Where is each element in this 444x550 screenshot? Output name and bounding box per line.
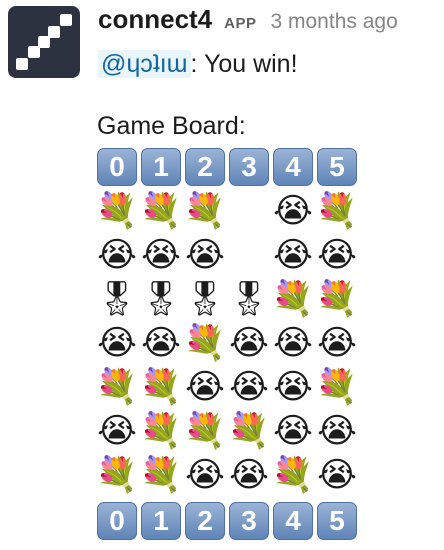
- board-row: 💐 💐 😭 😭 💐 😭: [96, 454, 358, 496]
- board-cell: 😭: [273, 411, 313, 451]
- board-cell: 😭: [317, 323, 357, 363]
- board-row: 😭 😭 😭 😭 😭: [96, 234, 358, 276]
- column-label: 5: [317, 148, 357, 186]
- column-labels-top: 0 1 2 3 4 5: [96, 146, 358, 188]
- column-label: 0: [97, 148, 137, 186]
- board-cell: 💐: [315, 191, 359, 231]
- board-cell: 😭: [229, 367, 269, 407]
- column-labels-bottom: 0 1 2 3 4 5: [96, 500, 358, 542]
- board-cell: 💐: [139, 191, 183, 231]
- board-cell: 😭: [141, 323, 181, 363]
- column-label: 2: [185, 148, 225, 186]
- dice-pip: [28, 46, 40, 58]
- board-cell: [228, 190, 270, 232]
- message-timestamp[interactable]: 3 months ago: [271, 10, 398, 34]
- board-cell: 😭: [229, 455, 269, 495]
- board-cell: 💐: [183, 323, 227, 363]
- board-cell: 💐: [271, 455, 315, 495]
- app-avatar-dice-icon[interactable]: [8, 6, 80, 78]
- board-cell: 💐: [183, 411, 227, 451]
- board-cell: 😭: [185, 235, 225, 275]
- column-label: 2: [185, 502, 225, 540]
- board-cell: 💐: [95, 455, 139, 495]
- board-cell: 😭: [141, 235, 181, 275]
- board-row: 😭 💐 💐 💐 😭 😭: [96, 410, 358, 452]
- board-cell: 😭: [185, 455, 225, 495]
- board-cell: 💐: [315, 279, 359, 319]
- board-cell: 😭: [229, 323, 269, 363]
- board-cell: 🎖: [227, 279, 271, 319]
- board-cell: 😭: [97, 411, 137, 451]
- board-cell: 💐: [315, 367, 359, 407]
- board-row: 😭 😭 💐 😭 😭 😭: [96, 322, 358, 364]
- dice-pip: [16, 58, 28, 70]
- board-cell: 😭: [185, 367, 225, 407]
- board-cell: 🎖: [95, 279, 139, 319]
- board-cell: 😭: [273, 323, 313, 363]
- board-cell: 😭: [273, 367, 313, 407]
- column-label: 1: [141, 502, 181, 540]
- board-row: 🎖 🎖 🎖 🎖 💐 💐: [95, 278, 359, 320]
- board-cell: 🎖: [183, 279, 227, 319]
- board-row: 💐 💐 😭 😭 😭 💐: [96, 366, 358, 408]
- board-cell: 😭: [273, 235, 313, 275]
- board-cell: 😭: [317, 455, 357, 495]
- win-text: : You win!: [190, 50, 298, 78]
- board-cell: 💐: [183, 191, 227, 231]
- board-cell: 💐: [139, 455, 183, 495]
- board-cell: 😭: [317, 411, 357, 451]
- column-label: 4: [273, 502, 313, 540]
- user-mention[interactable]: @ɥɔʇıɯ: [98, 50, 191, 78]
- board-cell: 😭: [317, 235, 357, 275]
- dice-pip: [60, 14, 72, 26]
- board-cell: 💐: [139, 367, 183, 407]
- board-cell: 🎖: [139, 279, 183, 319]
- column-label: 1: [141, 148, 181, 186]
- board-cell: 😭: [97, 235, 137, 275]
- column-label: 4: [273, 148, 313, 186]
- board-cell: 😭: [273, 191, 313, 231]
- board-cell: 💐: [227, 411, 271, 451]
- board-cell: 💐: [95, 367, 139, 407]
- board-cell: 💐: [95, 191, 139, 231]
- board-row: 💐 💐 💐 😭 💐: [96, 190, 358, 232]
- app-name[interactable]: connect4: [98, 4, 212, 35]
- board-title: Game Board:: [97, 112, 246, 140]
- column-label: 3: [229, 502, 269, 540]
- board-cell: 💐: [271, 279, 315, 319]
- board-cell: 💐: [139, 411, 183, 451]
- board-cell: [228, 234, 270, 276]
- column-label: 0: [97, 502, 137, 540]
- message-header: connect4 APP 3 months ago: [98, 4, 398, 44]
- column-label: 5: [317, 502, 357, 540]
- app-badge: APP: [224, 15, 257, 32]
- message-text: @ɥɔʇıɯ: You win!: [98, 50, 298, 79]
- board-cell: 😭: [97, 323, 137, 363]
- column-label: 3: [229, 148, 269, 186]
